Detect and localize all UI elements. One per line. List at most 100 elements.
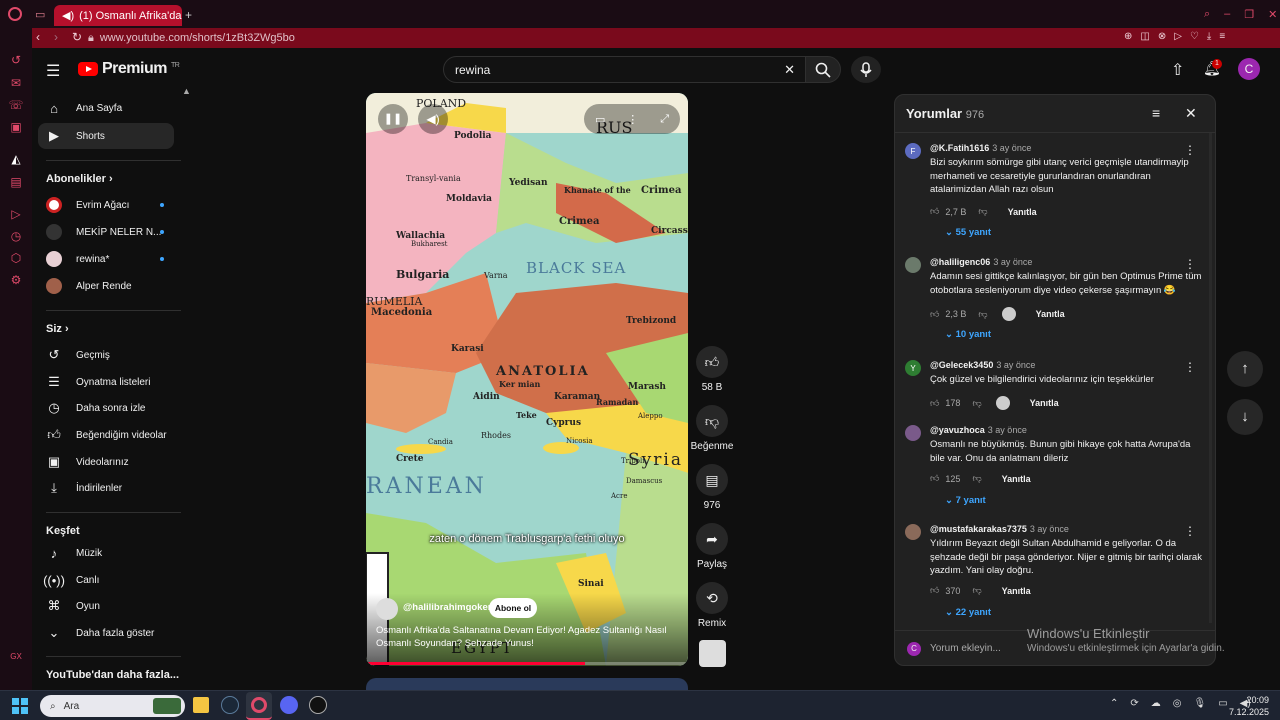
comment-more-icon[interactable]: ⋮	[1184, 143, 1196, 157]
reply-button[interactable]: Yanıtla	[1036, 309, 1065, 319]
sidebar-sub-mekip[interactable]: MEKİP NELER N...	[38, 219, 174, 245]
close-comments-icon[interactable]: ✕	[1185, 105, 1197, 122]
comments-button[interactable]: ▤	[696, 464, 728, 496]
thumbs-up-icon[interactable]: 👍︎	[930, 473, 939, 484]
browser-tab-active[interactable]: ◀) (1) Osmanlı Afrika'da S	[54, 5, 182, 26]
extensions-icon[interactable]: ⬡	[8, 250, 24, 266]
download-browser-icon[interactable]: ⤓	[1207, 31, 1211, 42]
channel-avatar[interactable]	[376, 598, 398, 620]
video-title[interactable]: Osmanlı Afrika'da Saltanatına Devam Ediy…	[376, 624, 676, 650]
steam-icon[interactable]	[221, 696, 239, 714]
share-button[interactable]: ➦	[696, 523, 728, 555]
next-short-button[interactable]: ↓	[1227, 399, 1263, 435]
comment-author[interactable]: @haliligenc06 3 ay önce	[930, 257, 1032, 267]
thumbs-up-icon[interactable]: 👍︎	[930, 585, 939, 596]
aria-icon[interactable]: ↺	[8, 52, 24, 68]
user-avatar[interactable]: F	[905, 143, 921, 159]
sidebar-sub-alper[interactable]: Alper Rende	[38, 273, 174, 299]
player-icon[interactable]: ▷	[8, 206, 24, 222]
subscribe-button[interactable]: Abone ol	[489, 598, 537, 618]
sidebar-item-shorts[interactable]: ▶ Shorts	[38, 123, 174, 149]
heart-icon[interactable]: ♡	[1190, 31, 1199, 42]
sidebar-item-music[interactable]: ♪ Müzik	[38, 540, 174, 566]
comment-author[interactable]: @K.Fatih1616 3 ay önce	[930, 143, 1031, 153]
taskbar-search[interactable]: ⌕ Ara	[40, 695, 185, 717]
view-replies-button[interactable]: ⌄ 10 yanıt	[945, 329, 991, 340]
thumbs-down-icon[interactable]: 👎︎	[972, 585, 981, 596]
thumbs-down-icon[interactable]: 👎︎	[972, 473, 981, 484]
workspace-icon[interactable]: ◭	[8, 151, 24, 167]
subscriptions-heading[interactable]: Abonelikler ›	[46, 173, 113, 185]
comment-more-icon[interactable]: ⋮	[1184, 257, 1196, 271]
vpn-icon[interactable]: ⊗	[1158, 31, 1166, 42]
send-icon[interactable]: ▷	[1174, 31, 1182, 42]
thumbs-down-icon[interactable]: 👎︎	[978, 206, 987, 217]
reply-button[interactable]: Yanıtla	[1002, 474, 1031, 484]
account-avatar[interactable]: C	[1238, 58, 1260, 80]
opera-logo-icon[interactable]	[8, 7, 22, 21]
github-icon[interactable]	[309, 696, 327, 714]
user-avatar[interactable]: Y	[905, 360, 921, 376]
sidebar-sub-evrim[interactable]: Evrim Ağacı	[38, 192, 174, 218]
discord-icon[interactable]	[280, 696, 298, 714]
sidebar-item-playlists[interactable]: ☰ Oynatma listeleri	[38, 369, 174, 395]
captions-icon[interactable]: ▭	[595, 113, 605, 126]
reply-button[interactable]: Yanıtla	[1030, 398, 1059, 408]
hamburger-menu-icon[interactable]: ☰	[46, 61, 60, 81]
show-hidden-icons-icon[interactable]: ⌃	[1110, 698, 1118, 709]
previous-short-button[interactable]: ↑	[1227, 351, 1263, 387]
url-field[interactable]: 🔒︎ www.youtube.com/shorts/1zBt3ZWg5bo	[88, 30, 1118, 46]
pause-button[interactable]: ❚❚	[378, 104, 408, 134]
workspaces-icon[interactable]: ▭	[35, 8, 45, 21]
clear-search-icon[interactable]: ✕	[784, 62, 795, 78]
forward-icon[interactable]: ›	[54, 30, 58, 44]
messenger-icon[interactable]: ✉	[8, 75, 24, 91]
whatsapp-icon[interactable]: ☏	[8, 97, 24, 113]
new-tab-icon[interactable]: +	[185, 8, 192, 22]
progress-track[interactable]	[366, 662, 688, 665]
close-window-icon[interactable]: ✕	[1268, 8, 1277, 21]
audio-thumbnail[interactable]	[699, 640, 726, 667]
sidebar-item-live[interactable]: ((•)) Canlı	[38, 567, 174, 593]
comment-input[interactable]: Yorum ekleyin...	[930, 643, 1001, 654]
reply-button[interactable]: Yanıtla	[1002, 586, 1031, 596]
clock[interactable]: 20:09 7.12.2025	[1225, 694, 1269, 718]
user-avatar[interactable]	[905, 257, 921, 273]
search-button[interactable]	[805, 56, 841, 83]
headset-icon[interactable]: ◎	[1173, 698, 1182, 709]
opera-gx-taskbar-button[interactable]	[246, 692, 272, 720]
file-explorer-icon[interactable]	[193, 697, 209, 713]
maximize-icon[interactable]: ❐	[1244, 8, 1254, 21]
minimize-icon[interactable]: –	[1224, 8, 1230, 21]
scrollbar[interactable]	[1209, 133, 1212, 623]
thumbs-up-icon[interactable]: 👍︎	[930, 206, 939, 217]
cloud-icon[interactable]: ☁	[1151, 698, 1161, 709]
comment-more-icon[interactable]: ⋮	[1184, 360, 1196, 374]
sidebar-item-home[interactable]: ⌂ Ana Sayfa	[38, 95, 174, 121]
view-replies-button[interactable]: ⌄ 7 yanıt	[945, 495, 986, 506]
sidebar-item-gaming[interactable]: ⌘ Oyun	[38, 593, 174, 619]
gx-icon[interactable]: GX	[8, 648, 24, 664]
remix-button[interactable]: ⟲	[696, 582, 728, 614]
user-avatar[interactable]	[905, 425, 921, 441]
settings-sidebar-icon[interactable]: ⚙	[8, 272, 24, 288]
thumbs-down-icon[interactable]: 👎︎	[978, 309, 987, 320]
sidebar-item-history[interactable]: ↺ Geçmiş	[38, 342, 174, 368]
comment-author[interactable]: @mustafakarakas7375 3 ay önce	[930, 524, 1069, 534]
dislike-button[interactable]: 👎︎	[696, 405, 728, 437]
scroll-up-icon[interactable]: ▲	[182, 86, 191, 96]
back-icon[interactable]: ‹	[36, 30, 40, 44]
pin-icon[interactable]: ⊕	[1124, 31, 1132, 42]
comment-author[interactable]: @yavuzhoca 3 ay önce	[930, 425, 1027, 435]
channel-name[interactable]: @halilibrahimgoker	[403, 602, 491, 613]
view-replies-button[interactable]: ⌄ 22 yanıt	[945, 607, 991, 618]
view-replies-button[interactable]: ⌄ 55 yanıt	[945, 227, 991, 238]
thumbs-down-icon[interactable]: 👎︎	[972, 398, 981, 409]
search-input[interactable]: rewina ✕	[443, 56, 806, 83]
reply-button[interactable]: Yanıtla	[1008, 207, 1037, 217]
more-options-icon[interactable]: ⋮	[627, 113, 638, 126]
user-avatar[interactable]	[905, 524, 921, 540]
voice-search-button[interactable]	[851, 56, 881, 83]
thumbs-up-icon[interactable]: 👍︎	[930, 309, 939, 320]
camera-icon[interactable]: ◫	[1140, 31, 1149, 42]
